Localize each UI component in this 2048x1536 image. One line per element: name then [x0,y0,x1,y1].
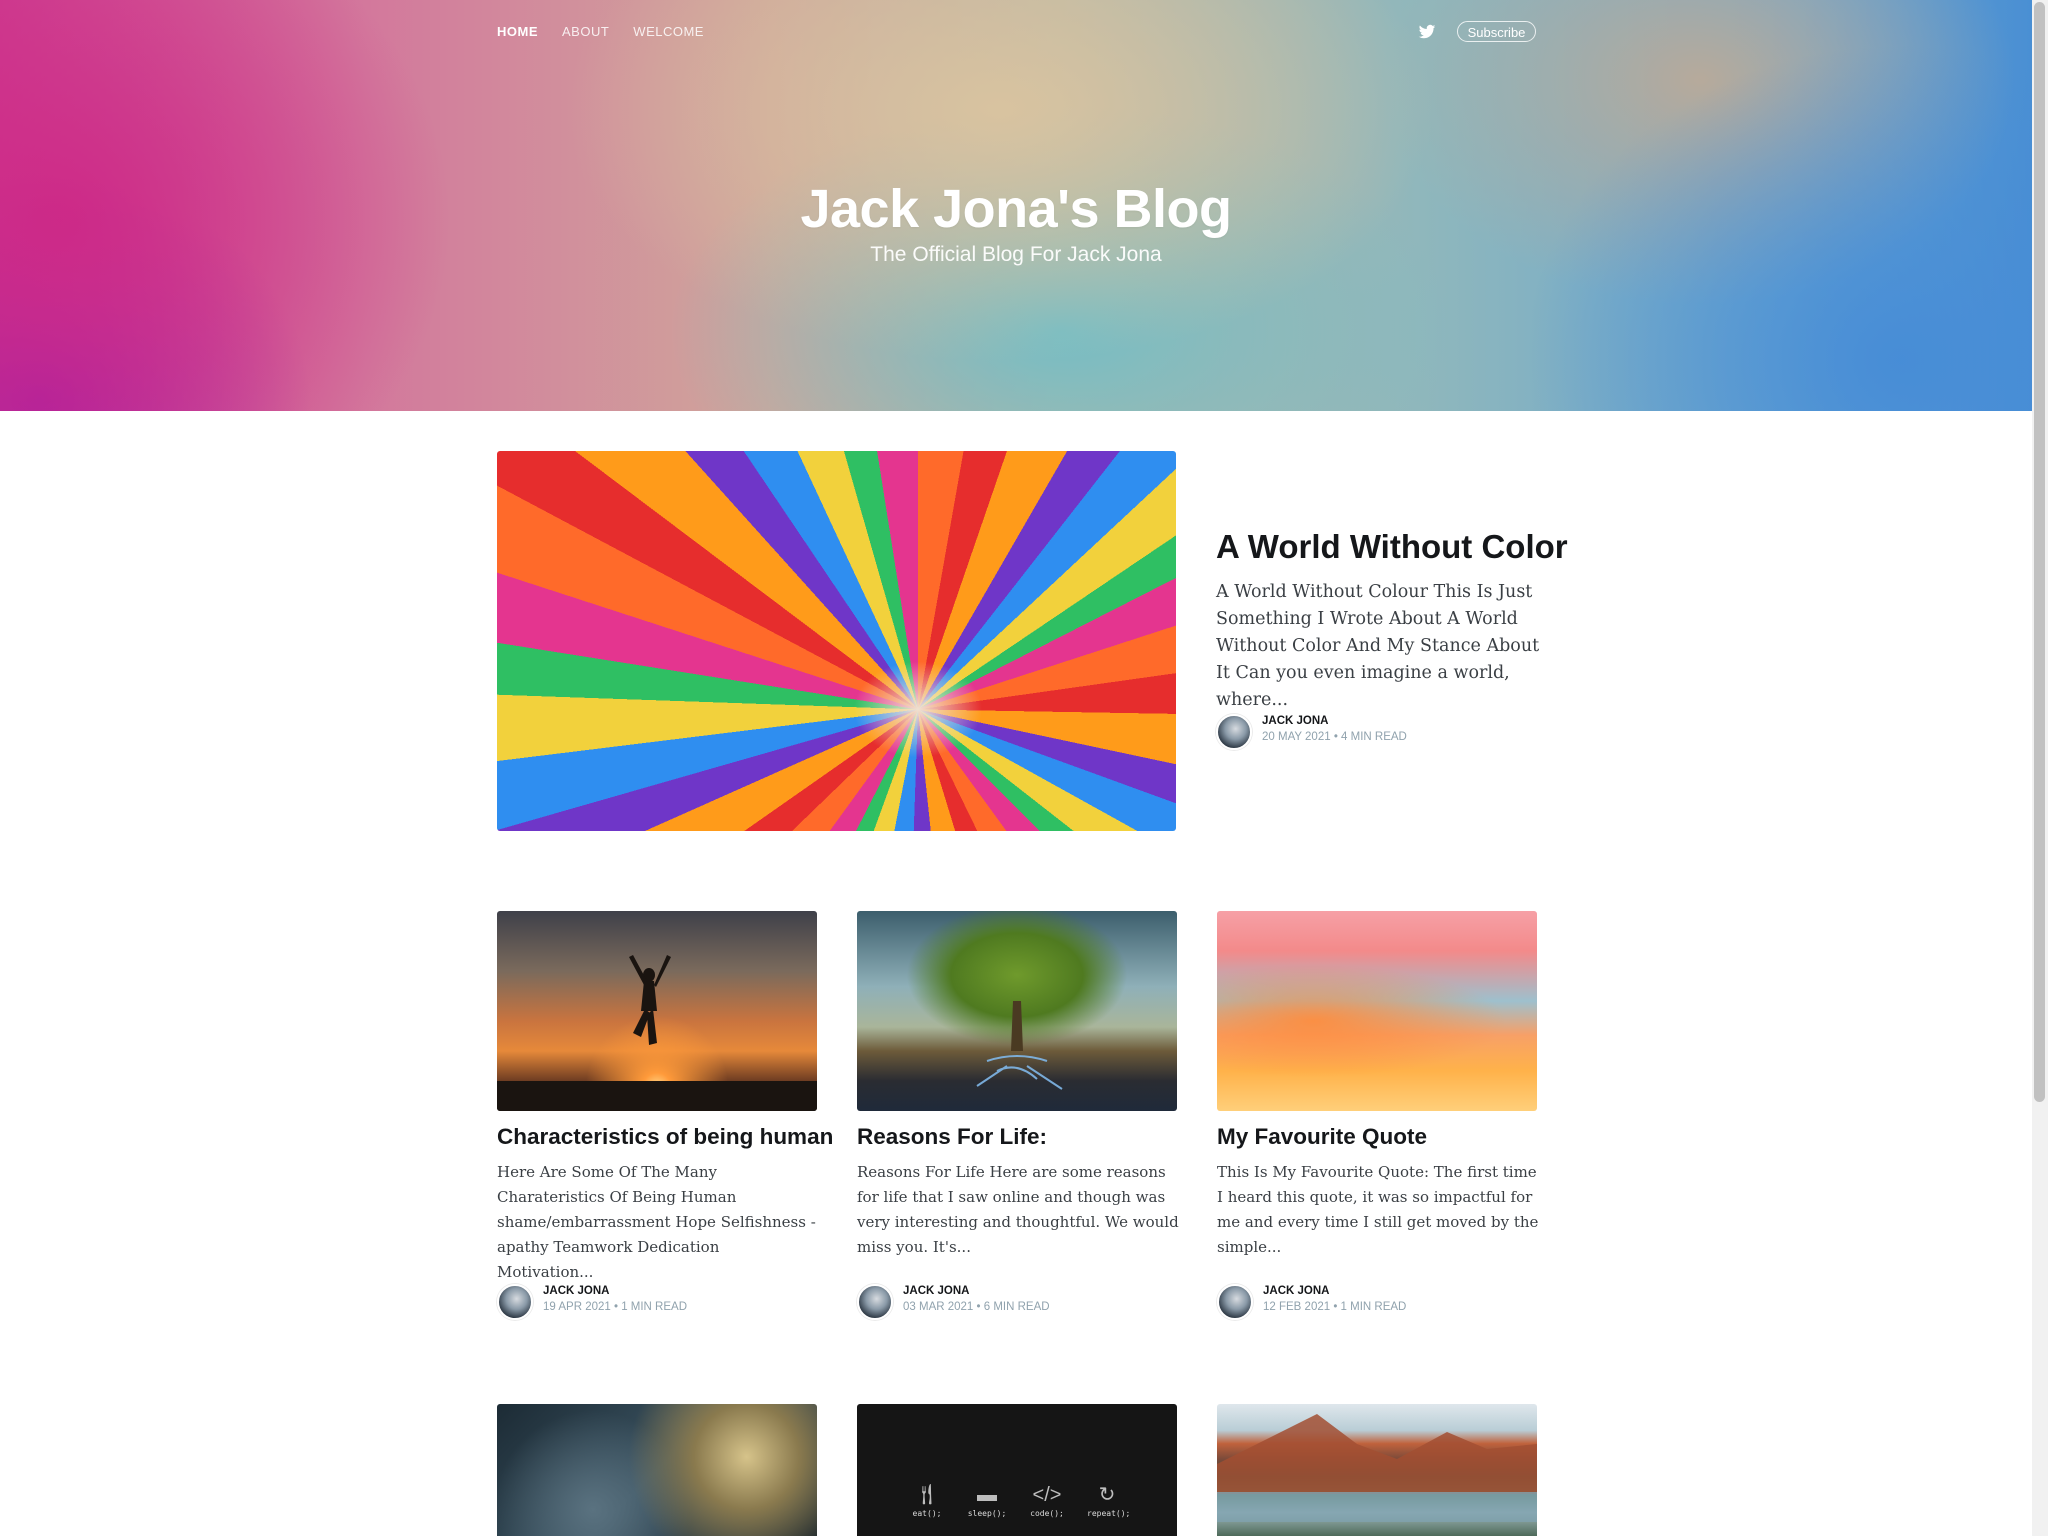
post-card-image[interactable] [497,1404,817,1536]
author-name[interactable]: JACK JONA [1262,715,1328,727]
site-header: HOME ABOUT WELCOME Subscribe Jack Jona's… [0,0,2032,411]
post-date-reading-time: 19 APR 2021 • 1 MIN READ [543,1301,688,1313]
site-title: Jack Jona's Blog [800,179,1232,239]
featured-post-title[interactable]: A World Without Color [1216,528,1568,566]
post-card-image[interactable] [1217,1404,1537,1536]
code-label: sleep(); [967,1509,1007,1518]
author-avatar[interactable] [1217,1284,1253,1320]
code-item: </> code(); [1027,1484,1067,1518]
code-label: repeat(); [1087,1509,1131,1518]
page-scrollbar-thumb[interactable] [2034,2,2045,1102]
subscribe-button[interactable]: Subscribe [1457,21,1536,42]
jumping-person-silhouette [497,955,817,1111]
nav-welcome-link[interactable]: WELCOME [633,24,704,40]
main-nav: HOME ABOUT WELCOME [497,24,728,40]
code-label: eat(); [912,1509,942,1518]
author-name[interactable]: JACK JONA [903,1285,969,1297]
nav-home-link[interactable]: HOME [497,24,538,40]
post-card-title[interactable]: Characteristics of being human [497,1124,833,1150]
code-item: ↻ repeat(); [1087,1484,1131,1518]
post-card-excerpt[interactable]: This Is My Favourite Quote: The first ti… [1217,1160,1539,1260]
twitter-icon[interactable] [1418,23,1436,41]
code-icon: </> [1032,1484,1062,1506]
author-avatar[interactable] [497,1284,533,1320]
author-avatar[interactable] [857,1284,893,1320]
post-card-image[interactable] [857,911,1177,1111]
author-avatar[interactable] [1216,714,1252,750]
mountain-lake-illustration [1217,1414,1537,1522]
site-description: The Official Blog For Jack Jona [870,243,1162,266]
featured-post-image[interactable] [497,451,1176,831]
post-date-reading-time: 20 MAY 2021 • 4 MIN READ [1262,731,1407,743]
code-item: 🍴︎ eat(); [907,1484,947,1518]
post-card-image[interactable] [1217,911,1537,1111]
code-label: code(); [1030,1509,1064,1518]
post-date-reading-time: 12 FEB 2021 • 1 MIN READ [1263,1301,1407,1313]
post-card-excerpt[interactable]: Here Are Some Of The Many Charateristics… [497,1160,819,1285]
code-item: ▬ sleep(); [967,1484,1007,1518]
post-card-title[interactable]: My Favourite Quote [1217,1124,1427,1150]
post-card-excerpt[interactable]: Reasons For Life Here are some reasons f… [857,1160,1179,1260]
tree-illustration [976,1001,1063,1090]
post-card-title[interactable]: Reasons For Life: [857,1124,1047,1150]
nav-about-link[interactable]: ABOUT [562,24,609,40]
post-date-reading-time: 03 MAR 2021 • 6 MIN READ [903,1301,1050,1313]
author-name[interactable]: JACK JONA [543,1285,609,1297]
featured-post-excerpt[interactable]: A World Without Colour This Is Just Some… [1216,579,1546,714]
repeat-icon: ↻ [1098,1484,1116,1506]
bed-icon: ▬ [977,1484,997,1506]
post-card-image[interactable]: 🍴︎ eat(); ▬ sleep(); </> code(); ↻ repea… [857,1404,1177,1536]
fork-knife-icon: 🍴︎ [914,1484,940,1506]
code-routine-graphic: 🍴︎ eat(); ▬ sleep(); </> code(); ↻ repea… [857,1484,1177,1518]
post-card-image[interactable] [497,911,817,1111]
author-name[interactable]: JACK JONA [1263,1285,1329,1297]
